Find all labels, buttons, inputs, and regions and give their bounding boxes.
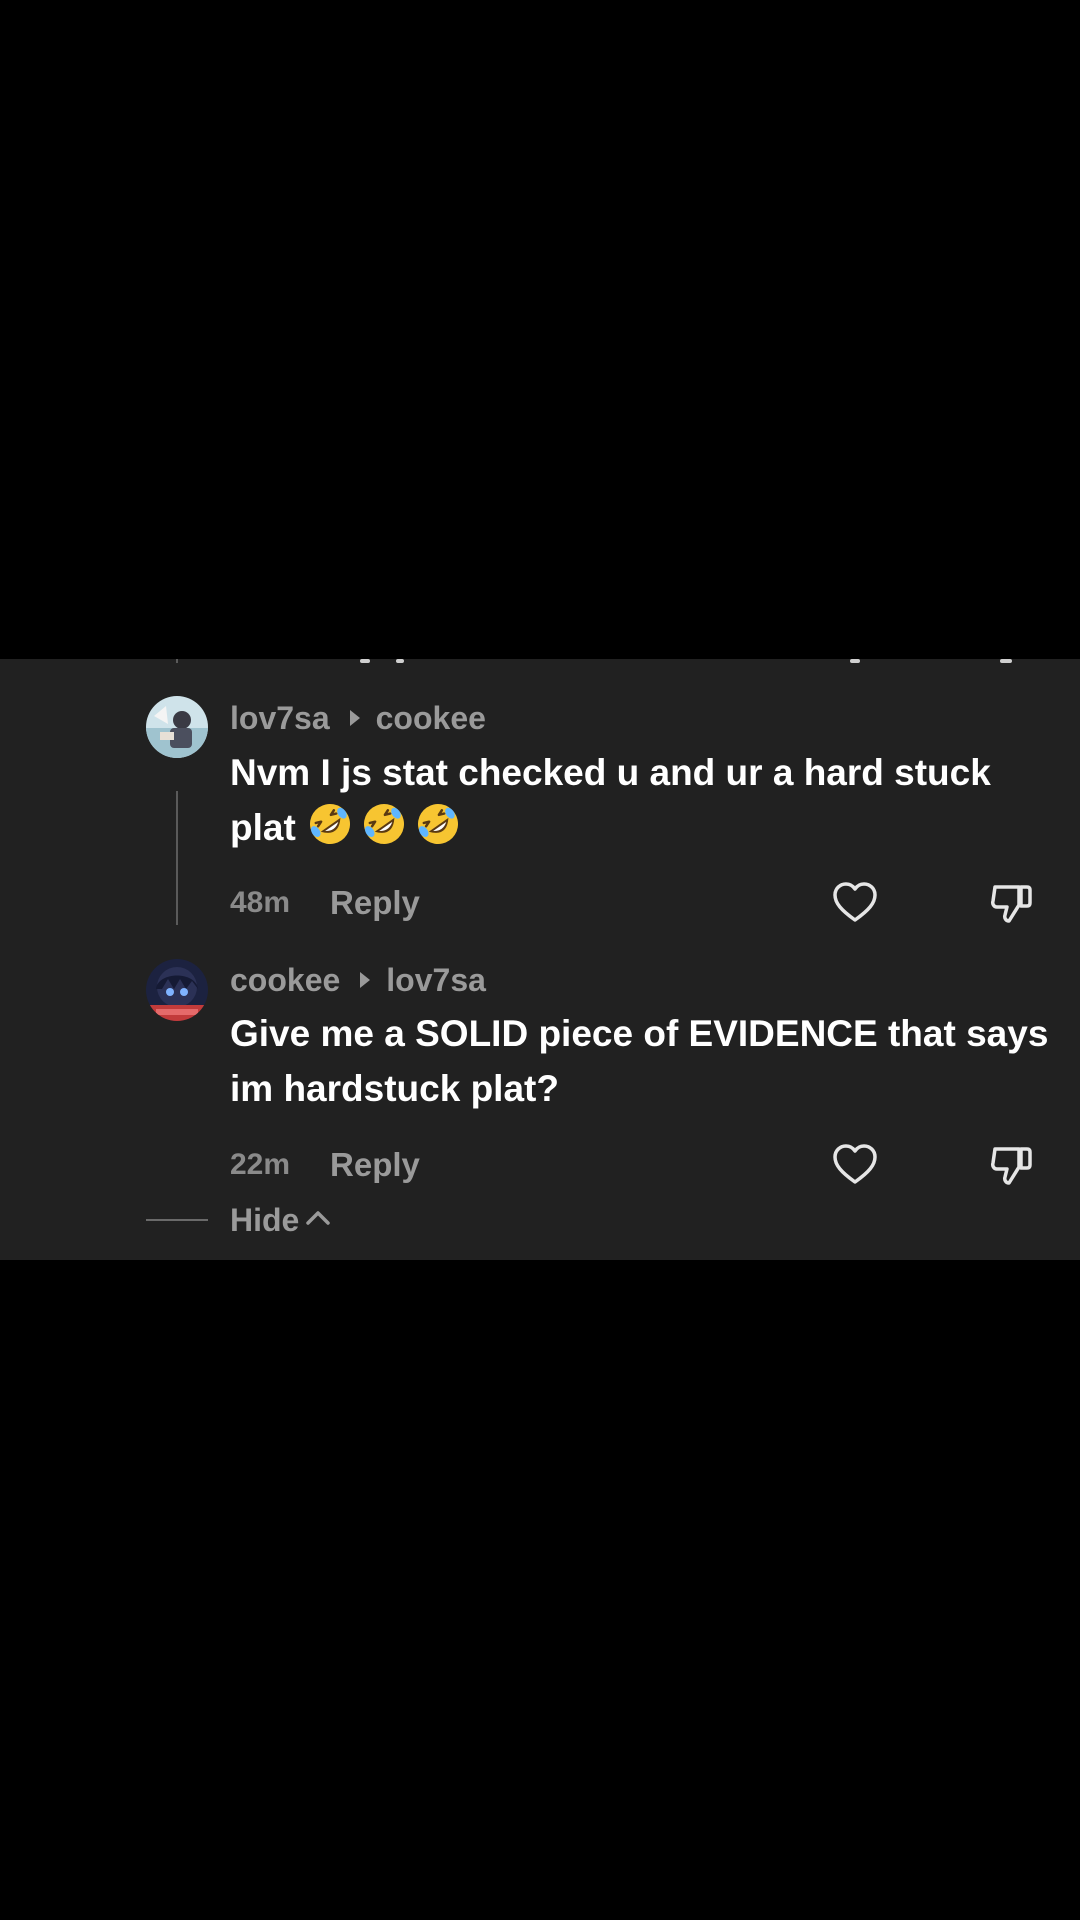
divider [146,1219,208,1221]
comment-meta: 22m Reply [230,1143,420,1187]
comment-text: Give me a SOLID piece of EVIDENCE that s… [230,1006,1060,1116]
hide-replies-row: Hide [146,1200,331,1240]
reply-to-user[interactable]: lov7sa [386,962,486,999]
comment-time: 48m [230,886,291,919]
caret-right-icon [349,710,360,726]
rolling-laughing-emoji-icon [306,800,354,848]
cut-off-text [1000,659,1012,663]
reply-button[interactable]: Reply [330,884,420,922]
dislike-icon[interactable] [987,879,1035,927]
heart-icon[interactable] [831,1141,879,1189]
comment-author[interactable]: cookee [230,962,340,999]
comment-author[interactable]: lov7sa [230,700,330,737]
caret-right-icon [360,972,371,988]
hide-replies-button[interactable]: Hide [230,1202,299,1239]
comments-panel: lov7sa cookee Nvm I js stat checked u an… [0,659,1080,1260]
comment-header: lov7sa cookee [230,698,486,738]
chevron-up-icon[interactable] [305,1208,331,1233]
cut-off-text [396,659,404,663]
cut-off-text [360,659,370,663]
comment-meta: 48m Reply [230,881,420,925]
reply-button[interactable]: Reply [330,1146,420,1184]
cut-off-text [850,659,860,663]
thread-line-top [176,659,178,663]
reply-to-user[interactable]: cookee [376,700,486,737]
comment-header: cookee lov7sa [230,960,486,1000]
dislike-icon[interactable] [987,1141,1035,1189]
comment-text-content: Give me a SOLID piece of EVIDENCE that s… [230,1013,1049,1109]
thread-line [176,791,178,925]
avatar[interactable] [146,696,208,758]
rolling-laughing-emoji-icon [414,800,462,848]
rolling-laughing-emoji-icon [360,800,408,848]
heart-icon[interactable] [831,879,879,927]
emoji-group [306,804,468,848]
comment-time: 22m [230,1148,291,1181]
screen: lov7sa cookee Nvm I js stat checked u an… [0,0,1080,1920]
avatar[interactable] [146,959,208,1021]
comment-text: Nvm I js stat checked u and ur a hard st… [230,745,1060,855]
